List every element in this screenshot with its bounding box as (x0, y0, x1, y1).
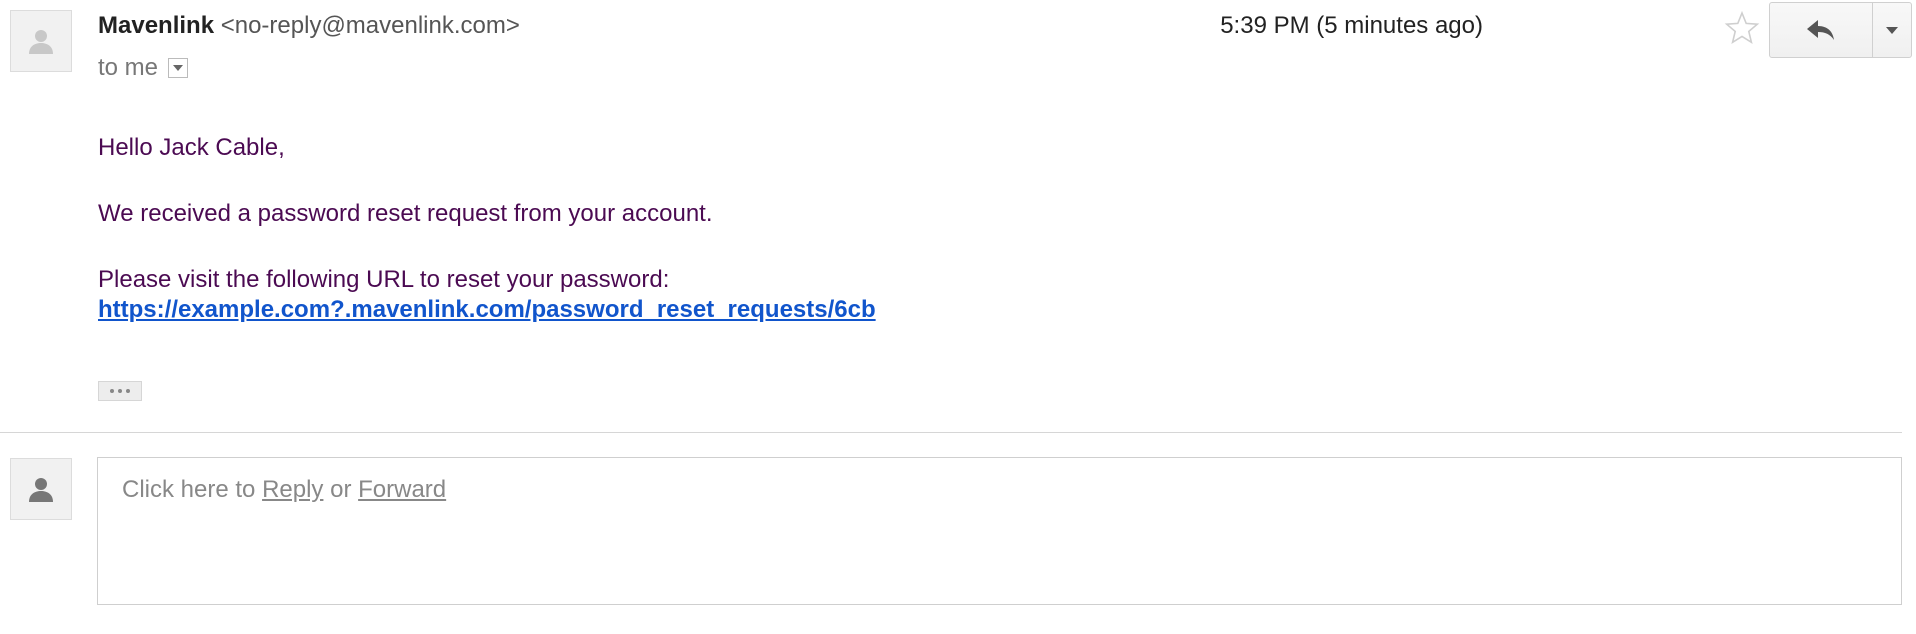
caret-down-icon (1886, 26, 1898, 34)
show-trimmed-content-button[interactable] (98, 381, 142, 401)
recipient-label: to me (98, 54, 159, 81)
greeting-text: Hello Jack Cable, (98, 134, 285, 161)
password-reset-link[interactable]: https://example.com?.mavenlink.com/passw… (98, 296, 928, 324)
reply-arrow-icon (1807, 20, 1834, 40)
show-details-button[interactable] (168, 58, 189, 78)
message-divider (0, 432, 1902, 433)
sender-name[interactable]: Mavenlink (98, 12, 214, 39)
star-icon (1724, 10, 1760, 45)
person-icon (29, 30, 53, 54)
sender-avatar (10, 10, 72, 72)
reply-prompt-prefix: Click here to (122, 476, 256, 503)
current-user-avatar (10, 458, 72, 520)
reply-button-group (1769, 2, 1912, 58)
reply-link[interactable]: Reply (262, 476, 323, 503)
body-paragraph: We received a password reset request fro… (98, 200, 713, 227)
recipient-line: to me (98, 54, 189, 82)
more-actions-button[interactable] (1873, 3, 1911, 57)
forward-link[interactable]: Forward (358, 476, 446, 503)
person-icon (29, 478, 53, 502)
star-button[interactable] (1724, 10, 1760, 46)
body-paragraph: Please visit the following URL to reset … (98, 266, 670, 293)
sender-email: <no-reply@mavenlink.com> (220, 12, 520, 39)
reply-box[interactable]: Click here to Reply or Forward (97, 457, 1902, 605)
ellipsis-icon (110, 389, 130, 393)
reply-prompt: Click here to Reply or Forward (122, 476, 446, 504)
reply-button[interactable] (1770, 3, 1873, 57)
message-timestamp: 5:39 PM (5 minutes ago) (1220, 12, 1483, 39)
email-message-view: Mavenlink <no-reply@mavenlink.com> to me… (0, 0, 1916, 634)
caret-down-icon (173, 65, 184, 71)
sender-line: Mavenlink <no-reply@mavenlink.com> (98, 12, 520, 40)
reply-prompt-or: or (330, 476, 352, 503)
